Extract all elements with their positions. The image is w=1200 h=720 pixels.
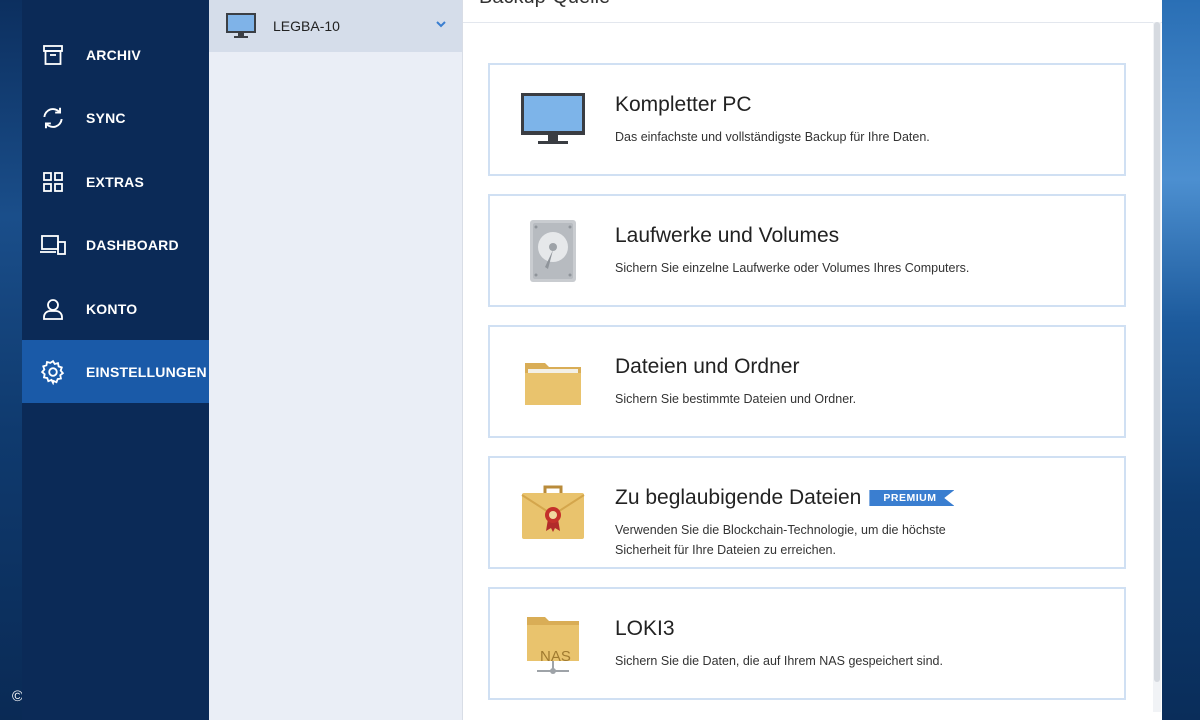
desktop-background-left [0,0,22,720]
user-icon [39,295,67,323]
source-card-kompletter-pc[interactable]: Kompletter PC Das einfachste und vollstä… [488,63,1126,176]
grid-icon [39,168,67,196]
source-card-laufwerke[interactable]: Laufwerke und Volumes Sichern Sie einzel… [488,194,1126,307]
card-description: Sichern Sie einzelne Laufwerke oder Volu… [615,261,970,275]
card-title: Dateien und Ordner [615,355,800,378]
nas-icon-label: NAS [540,648,571,665]
scrollbar-thumb[interactable] [1154,22,1160,682]
source-card-loki3[interactable]: NAS LOKI3 Sichern Sie die Daten, die auf… [488,587,1126,700]
premium-badge: PREMIUM [869,490,955,506]
sidebar-item-einstellungen[interactable]: EINSTELLUNGEN [22,340,209,403]
sidebar-item-konto[interactable]: KONTO [22,277,209,340]
sidebar-item-dashboard[interactable]: DASHBOARD [22,213,209,276]
card-title: LOKI3 [615,617,675,640]
page-title: Backup-Quelle [479,0,610,9]
sidebar-item-sync[interactable]: SYNC [22,86,209,149]
sidebar-item-label: SYNC [86,109,126,126]
desktop-background-right [1162,0,1200,720]
folder-icon [518,349,588,414]
briefcase-seal-icon [518,480,588,545]
monitor-icon [518,87,588,152]
card-title: Kompletter PC [615,93,752,116]
chevron-down-icon[interactable] [435,16,447,28]
main-header: Backup-Quelle [463,0,1162,23]
source-card-beglaubigung[interactable]: Zu beglaubigende Dateien PREMIUM Verwende… [488,456,1126,569]
card-title: Laufwerke und Volumes [615,224,840,247]
hard-drive-icon [518,218,588,283]
main-content: Backup-Quelle Kompletter PC Das einfachs… [463,0,1162,720]
card-description: Sichern Sie die Daten, die auf Ihrem NAS… [615,654,943,668]
sidebar-item-label: DASHBOARD [86,236,179,253]
devices-icon [39,231,67,259]
card-title-text: Zu beglaubigende Dateien [615,486,862,509]
sidebar: ARCHIV SYNC EXTRAS DASHBOARD KONTO EINST… [22,0,209,720]
sidebar-item-label: EXTRAS [86,173,144,190]
card-description: Das einfachste und vollständigste Backup… [615,130,930,144]
nas-folder-icon: NAS [518,611,588,676]
card-title: Zu beglaubigende Dateien PREMIUM [615,486,955,510]
source-panel: LEGBA-10 [209,0,463,720]
source-item-legba-10[interactable]: LEGBA-10 [209,0,462,52]
sync-icon [39,104,67,132]
source-item-label: LEGBA-10 [273,18,340,34]
sidebar-item-label: ARCHIV [86,46,141,63]
card-description: Sichern Sie bestimmte Dateien und Ordner… [615,392,857,406]
source-card-dateien-ordner[interactable]: Dateien und Ordner Sichern Sie bestimmte… [488,325,1126,438]
gear-icon [39,358,67,386]
archive-icon [39,41,67,69]
monitor-icon [225,12,257,40]
card-description: Verwenden Sie die Blockchain-Technologie… [615,523,946,557]
scrollbar[interactable] [1153,22,1161,712]
sidebar-item-label: KONTO [86,300,138,317]
sidebar-item-extras[interactable]: EXTRAS [22,150,209,213]
sidebar-item-label: EINSTELLUNGEN [86,363,207,380]
sidebar-item-archiv[interactable]: ARCHIV [22,23,209,86]
